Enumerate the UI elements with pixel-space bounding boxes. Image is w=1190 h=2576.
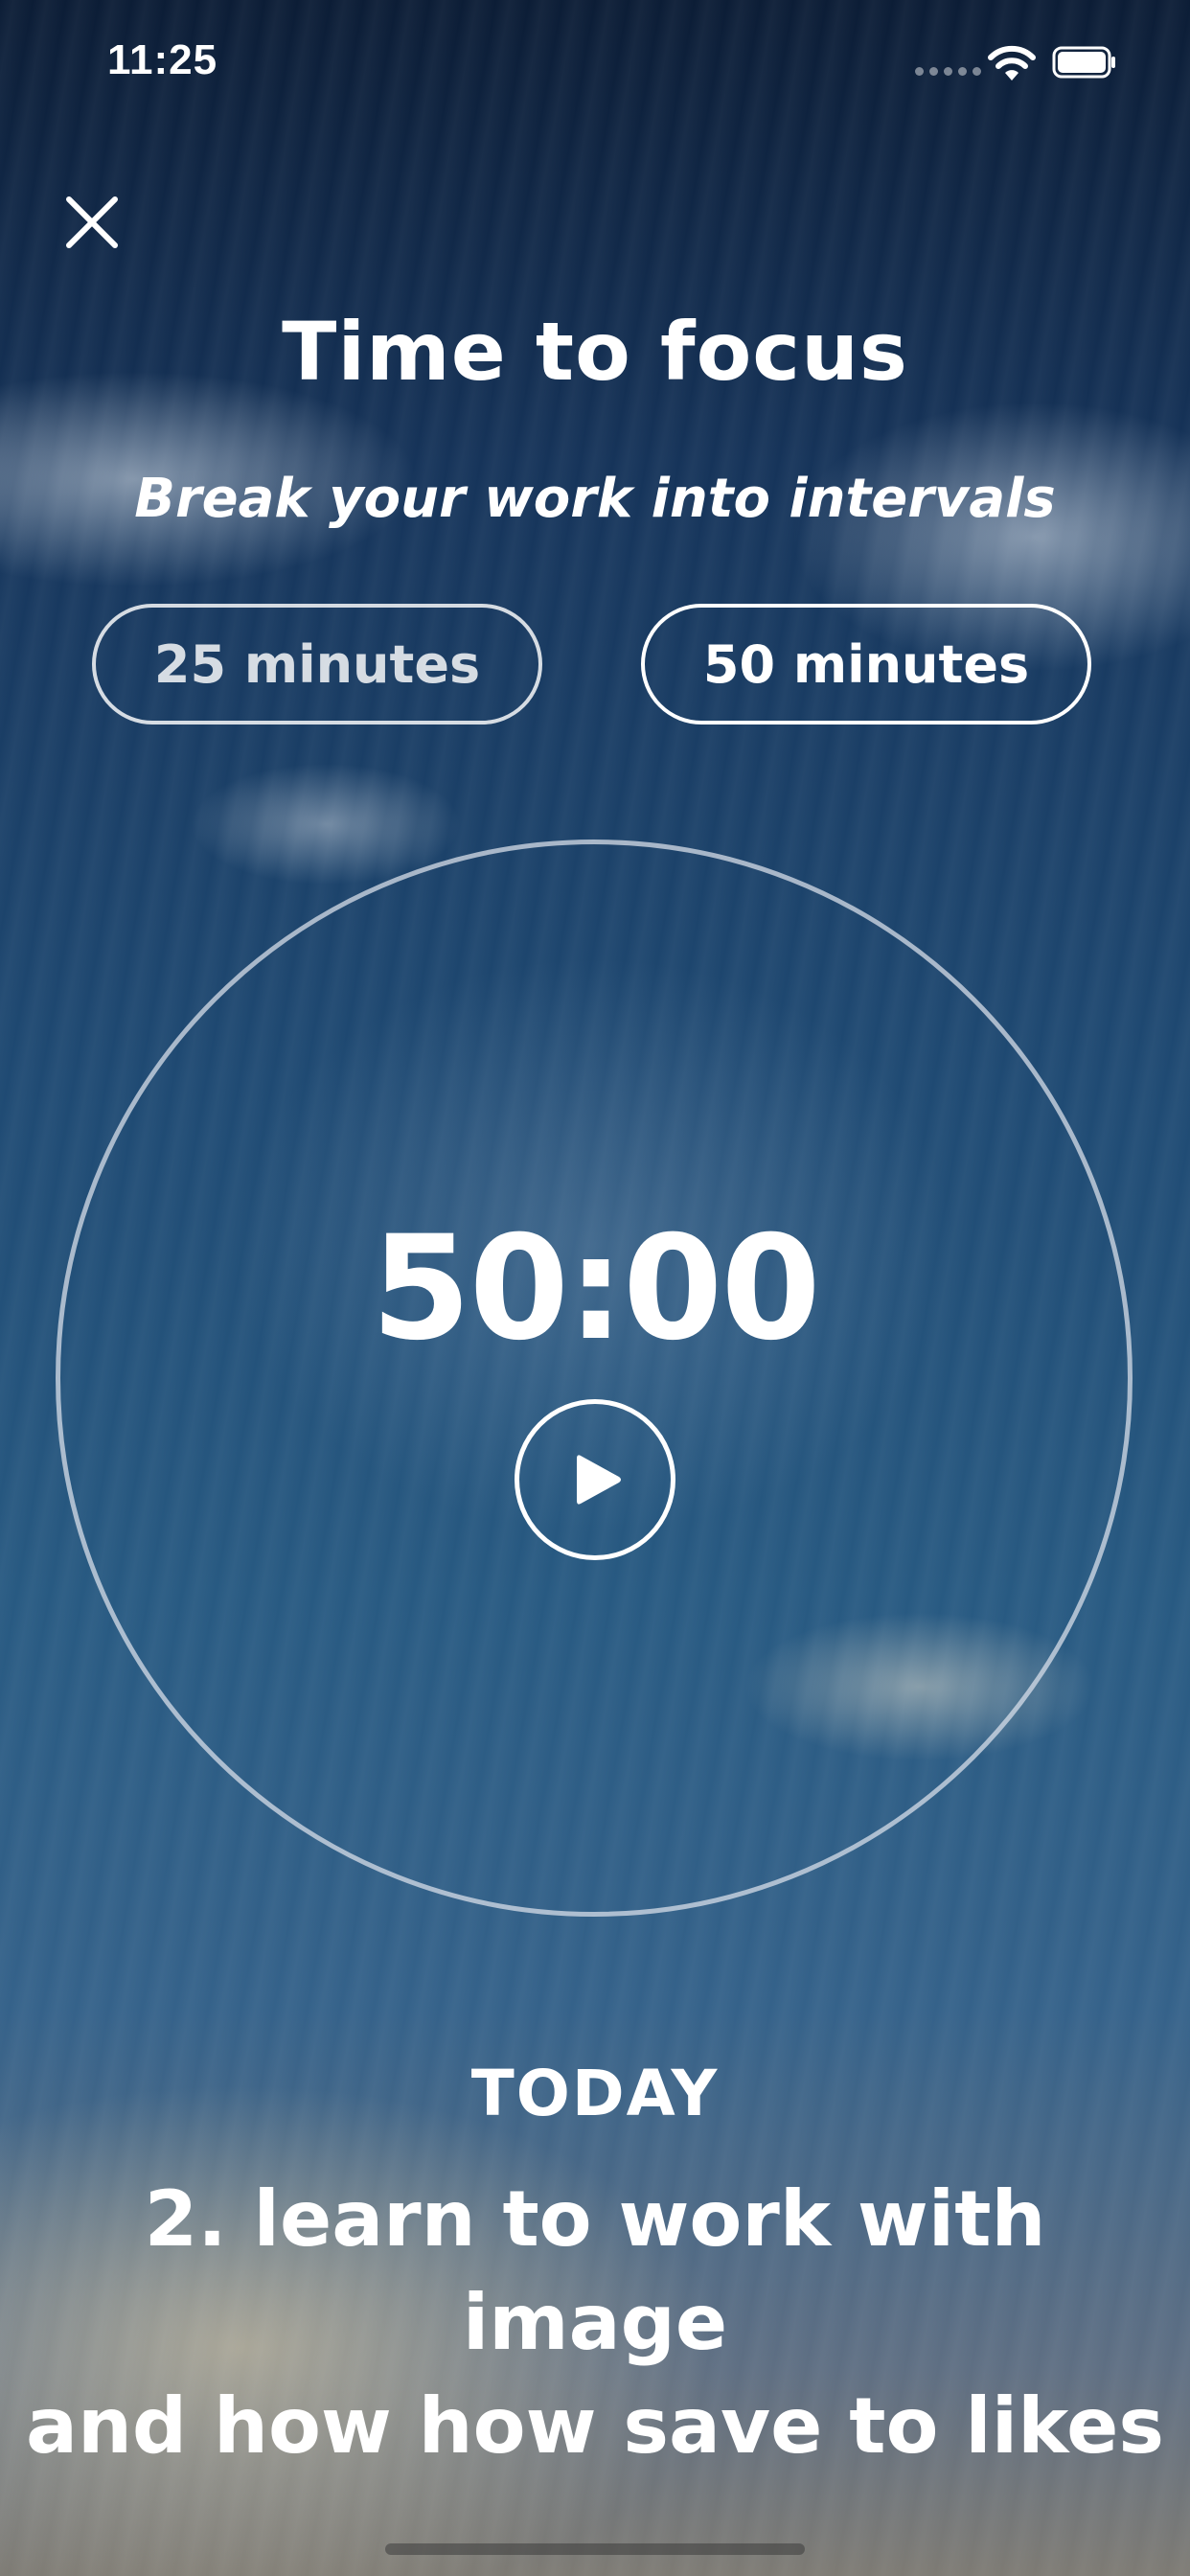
timer-display: 50:00 xyxy=(371,1206,820,1372)
today-task: 2. learn to work with image and how how … xyxy=(0,2168,1190,2478)
page-title: Time to focus xyxy=(282,305,908,399)
duration-25-button[interactable]: 25 minutes xyxy=(92,604,542,724)
today-task-line-2: and how how save to likes xyxy=(25,2381,1165,2471)
focus-timer-screen: 11:25 Time to focus Break your work into… xyxy=(0,0,1190,2576)
play-button[interactable] xyxy=(515,1399,675,1560)
page-subtitle: Break your work into intervals xyxy=(134,468,1056,530)
status-time: 11:25 xyxy=(107,36,218,83)
wifi-icon xyxy=(988,45,1036,80)
status-bar: 11:25 xyxy=(0,0,1190,126)
today-task-line-1: 2. learn to work with image xyxy=(144,2174,1046,2367)
duration-50-button[interactable]: 50 minutes xyxy=(641,604,1091,724)
close-button[interactable] xyxy=(57,188,126,257)
battery-icon xyxy=(1052,46,1115,79)
play-icon xyxy=(577,1455,621,1505)
close-icon xyxy=(66,196,118,248)
today-label: TODAY xyxy=(470,2057,720,2130)
home-indicator[interactable] xyxy=(385,2543,805,2555)
signal-dots-icon xyxy=(915,67,981,76)
timer-ring xyxy=(56,840,1133,1917)
